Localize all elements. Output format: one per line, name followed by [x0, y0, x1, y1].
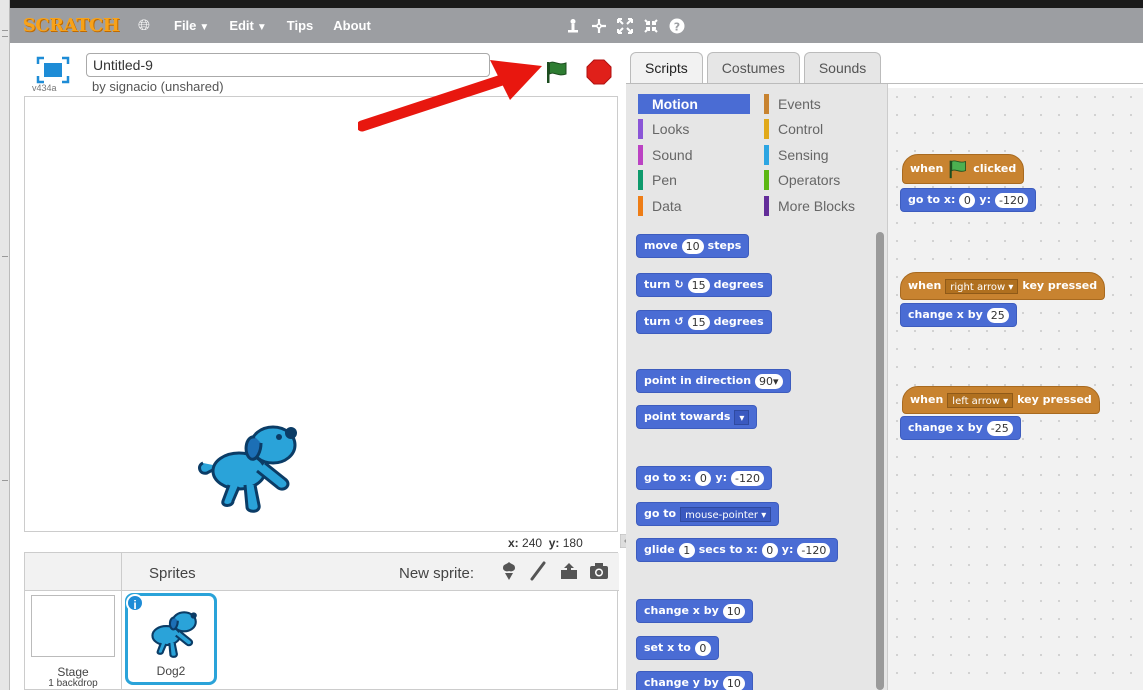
project-byline: by signacio (unshared)	[92, 79, 224, 94]
version-label: v434a	[32, 83, 57, 93]
tab-sounds[interactable]: Sounds	[803, 52, 882, 84]
project-title-input[interactable]	[86, 53, 490, 77]
dog-thumbnail-icon	[151, 611, 197, 658]
script-when-left-arrow-pressed[interactable]: when left arrow ▾ key pressed	[902, 386, 1100, 414]
category-looks[interactable]: Looks	[638, 119, 689, 139]
editor-tabs: Scripts Costumes Sounds	[630, 52, 882, 84]
menu-file[interactable]: File ▼	[174, 18, 209, 33]
new-sprite-label: New sprite:	[399, 565, 475, 582]
category-pen[interactable]: Pen	[638, 170, 677, 190]
help-icon[interactable]: ?	[669, 18, 685, 34]
menu-tips[interactable]: Tips	[287, 18, 314, 33]
stage-header: v434a by signacio (unshared)	[24, 50, 618, 96]
stage-thumbnail-label: Stage	[57, 665, 89, 679]
choose-sprite-from-library-icon[interactable]	[499, 561, 519, 581]
block-move-steps[interactable]: move 10 steps	[636, 234, 750, 258]
menu-bar: SCRATCH 🌐︎ File ▼ Edit ▼ Tips About ?	[10, 8, 1143, 43]
cut-icon[interactable]	[591, 18, 607, 34]
tab-scripts[interactable]: Scripts	[630, 52, 703, 84]
category-operators[interactable]: Operators	[764, 170, 840, 190]
block-set-x[interactable]: set x to 0	[636, 636, 719, 660]
block-go-to[interactable]: go to mouse-pointer ▾	[636, 502, 780, 526]
grow-icon[interactable]	[617, 17, 633, 34]
green-flag-icon	[949, 160, 967, 179]
category-events[interactable]: Events	[764, 94, 821, 114]
green-flag-icon[interactable]	[544, 60, 570, 84]
paint-new-sprite-icon[interactable]	[529, 561, 549, 581]
sprites-label: Sprites	[149, 565, 196, 582]
block-change-y[interactable]: change y by 10	[636, 671, 753, 690]
rotate-clockwise-icon: ↻	[674, 278, 684, 291]
block-turn-counterclockwise[interactable]: turn ↺ 15 degrees	[636, 310, 772, 334]
block-go-to-xy[interactable]: go to x: 0 y: -120	[636, 466, 772, 490]
category-control[interactable]: Control	[764, 119, 823, 139]
category-sensing[interactable]: Sensing	[764, 145, 829, 165]
script-when-flag-clicked[interactable]: when clicked	[902, 154, 1025, 184]
presentation-mode-icon[interactable]	[36, 56, 70, 84]
sprite-name: Dog2	[156, 664, 186, 678]
menu-edit[interactable]: Edit ▼	[229, 18, 266, 33]
camera-icon[interactable]	[589, 561, 609, 581]
category-more-blocks[interactable]: More Blocks	[764, 196, 855, 216]
duplicate-icon[interactable]	[565, 18, 581, 34]
block-point-in-direction[interactable]: point in direction 90▾	[636, 369, 791, 393]
scratch-logo[interactable]: SCRATCH	[23, 15, 120, 37]
tab-costumes[interactable]: Costumes	[706, 52, 800, 84]
category-motion[interactable]: Motion	[638, 94, 750, 114]
palette-scrollbar[interactable]	[876, 232, 884, 690]
script-when-right-arrow-pressed[interactable]: when right arrow ▾ key pressed	[900, 272, 1106, 300]
script-change-x-25[interactable]: change x by 25	[900, 303, 1017, 327]
mouse-coordinates: x: 240 y: 180	[508, 536, 583, 550]
menu-about[interactable]: About	[333, 18, 371, 33]
category-data[interactable]: Data	[638, 196, 682, 216]
category-sound[interactable]: Sound	[638, 145, 692, 165]
block-change-x[interactable]: change x by 10	[636, 599, 753, 623]
block-glide[interactable]: glide 1 secs to x: 0 y: -120	[636, 538, 839, 562]
language-globe-icon[interactable]: 🌐︎	[138, 17, 154, 34]
stage-backdrop-count: 1 backdrop	[48, 678, 98, 689]
sprites-pane: Sprites New sprite: Stage 1 backdrop i D…	[24, 552, 619, 690]
stage-thumbnail[interactable]	[31, 595, 115, 657]
stop-sign-icon[interactable]	[586, 59, 612, 85]
svg-text:?: ?	[674, 20, 680, 33]
sprite-thumbnail-dog2[interactable]: i Dog2	[125, 593, 217, 685]
window-left-edge	[0, 0, 10, 690]
window-top-border	[0, 0, 1143, 8]
block-turn-clockwise[interactable]: turn ↻ 15 degrees	[636, 273, 772, 297]
block-palette: Motion Looks Sound Pen Data Events Contr…	[626, 84, 888, 690]
dog-sprite-icon[interactable]	[195, 415, 305, 521]
upload-sprite-icon[interactable]	[559, 561, 579, 581]
rotate-counterclockwise-icon: ↺	[674, 315, 684, 328]
script-change-x-minus-25[interactable]: change x by -25	[900, 416, 1021, 440]
script-go-to-xy[interactable]: go to x: 0 y: -120	[900, 188, 1036, 212]
stage-canvas[interactable]	[24, 96, 618, 532]
scripts-area[interactable]: when clicked go to x: 0 y: -120 when right a…	[888, 88, 1143, 690]
block-point-towards[interactable]: point towards ▾	[636, 405, 758, 429]
shrink-icon[interactable]	[643, 18, 659, 34]
